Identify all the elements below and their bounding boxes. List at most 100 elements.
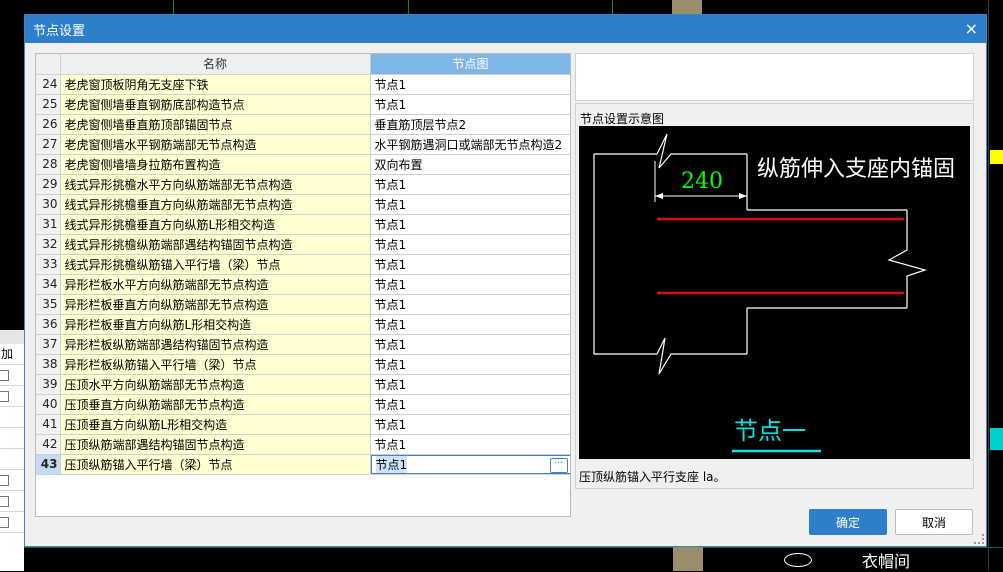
node-name-cell[interactable]: 老虎窗侧墙垂直钢筋底部构造节点 [60, 94, 371, 115]
row-number: 33 [36, 254, 61, 275]
node-name-cell[interactable]: 线式异形挑檐垂直方向纵筋端部无节点构造 [60, 194, 371, 215]
node-name-cell[interactable]: 异形栏板水平方向纵筋端部无节点构造 [60, 274, 371, 295]
checkbox[interactable] [0, 496, 9, 507]
node-diagram-cell[interactable]: 双向布置 [370, 154, 570, 175]
table-row[interactable]: 40 压顶垂直方向纵筋端部无节点构造 节点1 [36, 394, 570, 415]
node-description: 压顶纵筋锚入平行支座 la。 [579, 470, 726, 484]
cad-block [673, 547, 703, 571]
node-name-cell[interactable]: 压顶垂直方向纵筋端部无节点构造 [60, 394, 371, 415]
cad-text: 衣帽间 [862, 552, 911, 571]
checkbox[interactable] [0, 370, 9, 381]
grid-header-name[interactable]: 名称 [60, 54, 371, 75]
cad-line [988, 0, 989, 571]
close-icon[interactable]: × [965, 21, 978, 37]
preview-caption: 节点设置示意图 [580, 112, 665, 126]
node-name-cell[interactable]: 压顶水平方向纵筋端部无节点构造 [60, 374, 371, 395]
row-number: 30 [36, 194, 61, 215]
grid-header-node-diagram[interactable]: 节点图 [370, 54, 570, 75]
row-number: 26 [36, 114, 61, 135]
table-row[interactable]: 26 老虎窗侧墙垂直筋顶部锚固节点 垂直筋顶层节点2 [36, 114, 570, 135]
node-diagram-cell[interactable]: 节点1 [370, 74, 570, 95]
checkbox[interactable] [0, 517, 9, 528]
row-number: 27 [36, 134, 61, 155]
table-row[interactable]: 33 线式异形挑檐纵筋锚入平行墙（梁）节点 节点1 [36, 254, 570, 275]
ellipsis-button-icon[interactable]: ··· [549, 457, 568, 473]
node-diagram-cell[interactable]: 节点1 [370, 334, 570, 355]
node-diagram-cell[interactable]: 节点1 [370, 274, 570, 295]
node-name-cell[interactable]: 异形栏板纵筋端部遇结构锚固节点构造 [60, 334, 371, 355]
node-name-cell[interactable]: 压顶纵筋锚入平行墙（梁）节点 [60, 454, 371, 475]
node-diagram-editor[interactable]: 节点1 ··· [370, 454, 570, 473]
node-name-cell[interactable]: 线式异形挑檐纵筋端部遇结构锚固节点构造 [60, 234, 371, 255]
node-name-cell[interactable]: 压顶纵筋端部遇结构锚固节点构造 [60, 434, 371, 455]
table-row[interactable]: 42 压顶纵筋端部遇结构锚固节点构造 节点1 [36, 434, 570, 455]
row-number: 31 [36, 214, 61, 235]
cancel-button[interactable]: 取消 [895, 509, 973, 535]
checkbox[interactable] [0, 391, 9, 402]
node-name-cell[interactable]: 老虎窗侧墙水平钢筋端部无节点构造 [60, 134, 371, 155]
node-name-cell[interactable]: 线式异形挑檐水平方向纵筋端部无节点构造 [60, 174, 371, 195]
row-number: 36 [36, 314, 61, 335]
node-diagram-cell[interactable]: 节点1 [370, 234, 570, 255]
grid-header-number [36, 54, 61, 75]
row-number: 43 [36, 454, 61, 475]
row-number: 24 [36, 74, 61, 95]
ok-button[interactable]: 确定 [809, 509, 887, 535]
node-name-cell[interactable]: 异形栏板纵筋锚入平行墙（梁）节点 [60, 354, 371, 375]
table-row[interactable]: 38 异形栏板纵筋锚入平行墙（梁）节点 节点1 [36, 354, 570, 375]
cad-marker [990, 150, 1003, 164]
resize-grip-icon[interactable] [974, 534, 984, 544]
node-diagram-cell[interactable]: 节点1 [370, 394, 570, 415]
node-name-cell[interactable]: 线式异形挑檐垂直方向纵筋L形相交构造 [60, 214, 371, 235]
node-diagram-cell[interactable]: 水平钢筋遇洞口或端部无节点构造2 [370, 134, 570, 155]
table-row[interactable]: 27 老虎窗侧墙水平钢筋端部无节点构造 水平钢筋遇洞口或端部无节点构造2 [36, 134, 570, 155]
checkbox[interactable] [0, 475, 9, 486]
node-diagram-cell[interactable]: 垂直筋顶层节点2 [370, 114, 570, 135]
node-name-cell[interactable]: 老虎窗顶板阴角无支座下铁 [60, 74, 371, 95]
node-name-cell[interactable]: 异形栏板垂直方向纵筋端部无节点构造 [60, 294, 371, 315]
node-diagram-cell[interactable]: 节点1 [370, 434, 570, 455]
node-diagram-cell[interactable]: 节点1 [370, 194, 570, 215]
table-row[interactable]: 30 线式异形挑檐垂直方向纵筋端部无节点构造 节点1 [36, 194, 570, 215]
table-row[interactable]: 36 异形栏板垂直方向纵筋L形相交构造 节点1 [36, 314, 570, 335]
node-diagram-cell[interactable]: 节点1 [370, 354, 570, 375]
node-name-cell[interactable]: 线式异形挑檐纵筋锚入平行墙（梁）节点 [60, 254, 371, 275]
node-diagram-cell[interactable]: 节点1 ··· [370, 454, 570, 475]
table-row[interactable]: 43 压顶纵筋锚入平行墙（梁）节点 节点1 ··· [36, 454, 570, 475]
cad-line [0, 547, 1003, 548]
cad-ellipse [784, 553, 812, 567]
node-name-cell[interactable]: 压顶垂直方向纵筋L形相交构造 [60, 414, 371, 435]
node-diagram-cell[interactable]: 节点1 [370, 374, 570, 395]
table-row[interactable]: 28 老虎窗侧墙墙身拉筋布置构造 双向布置 [36, 154, 570, 175]
node-name-cell[interactable]: 老虎窗侧墙墙身拉筋布置构造 [60, 154, 371, 175]
table-row[interactable]: 37 异形栏板纵筋端部遇结构锚固节点构造 节点1 [36, 334, 570, 355]
table-row[interactable]: 34 异形栏板水平方向纵筋端部无节点构造 节点1 [36, 274, 570, 295]
table-row[interactable]: 41 压顶垂直方向纵筋L形相交构造 节点1 [36, 414, 570, 435]
table-row[interactable]: 35 异形栏板垂直方向纵筋端部无节点构造 节点1 [36, 294, 570, 315]
table-row[interactable]: 24 老虎窗顶板阴角无支座下铁 节点1 [36, 74, 570, 95]
cad-marker [990, 428, 1003, 450]
diagram-annotation: 纵筋伸入支座内锚固 [757, 157, 955, 182]
row-number: 41 [36, 414, 61, 435]
row-number: 40 [36, 394, 61, 415]
cad-line [612, 0, 613, 14]
row-number: 34 [36, 274, 61, 295]
dialog-titlebar[interactable]: 节点设置 × [25, 15, 986, 43]
table-row[interactable]: 39 压顶水平方向纵筋端部无节点构造 节点1 [36, 374, 570, 395]
node-diagram-cell[interactable]: 节点1 [370, 254, 570, 275]
node-name-cell[interactable]: 异形栏板垂直方向纵筋L形相交构造 [60, 314, 371, 335]
editor-value[interactable]: 节点1 [375, 455, 408, 473]
node-diagram-cell[interactable]: 节点1 [370, 294, 570, 315]
table-row[interactable]: 29 线式异形挑檐水平方向纵筋端部无节点构造 节点1 [36, 174, 570, 195]
node-diagram-cell[interactable]: 节点1 [370, 174, 570, 195]
table-row[interactable]: 25 老虎窗侧墙垂直钢筋底部构造节点 节点1 [36, 94, 570, 115]
node-diagram-cell[interactable]: 节点1 [370, 414, 570, 435]
node-diagram-cell[interactable]: 节点1 [370, 94, 570, 115]
node-diagram-cell[interactable]: 节点1 [370, 214, 570, 235]
table-row[interactable]: 31 线式异形挑檐垂直方向纵筋L形相交构造 节点1 [36, 214, 570, 235]
node-diagram-svg: 240 纵筋伸入支座内锚固 节点一 [593, 133, 955, 453]
node-diagram-cell[interactable]: 节点1 [370, 314, 570, 335]
table-row[interactable]: 32 线式异形挑檐纵筋端部遇结构锚固节点构造 节点1 [36, 234, 570, 255]
row-number: 42 [36, 434, 61, 455]
node-name-cell[interactable]: 老虎窗侧墙垂直筋顶部锚固节点 [60, 114, 371, 135]
